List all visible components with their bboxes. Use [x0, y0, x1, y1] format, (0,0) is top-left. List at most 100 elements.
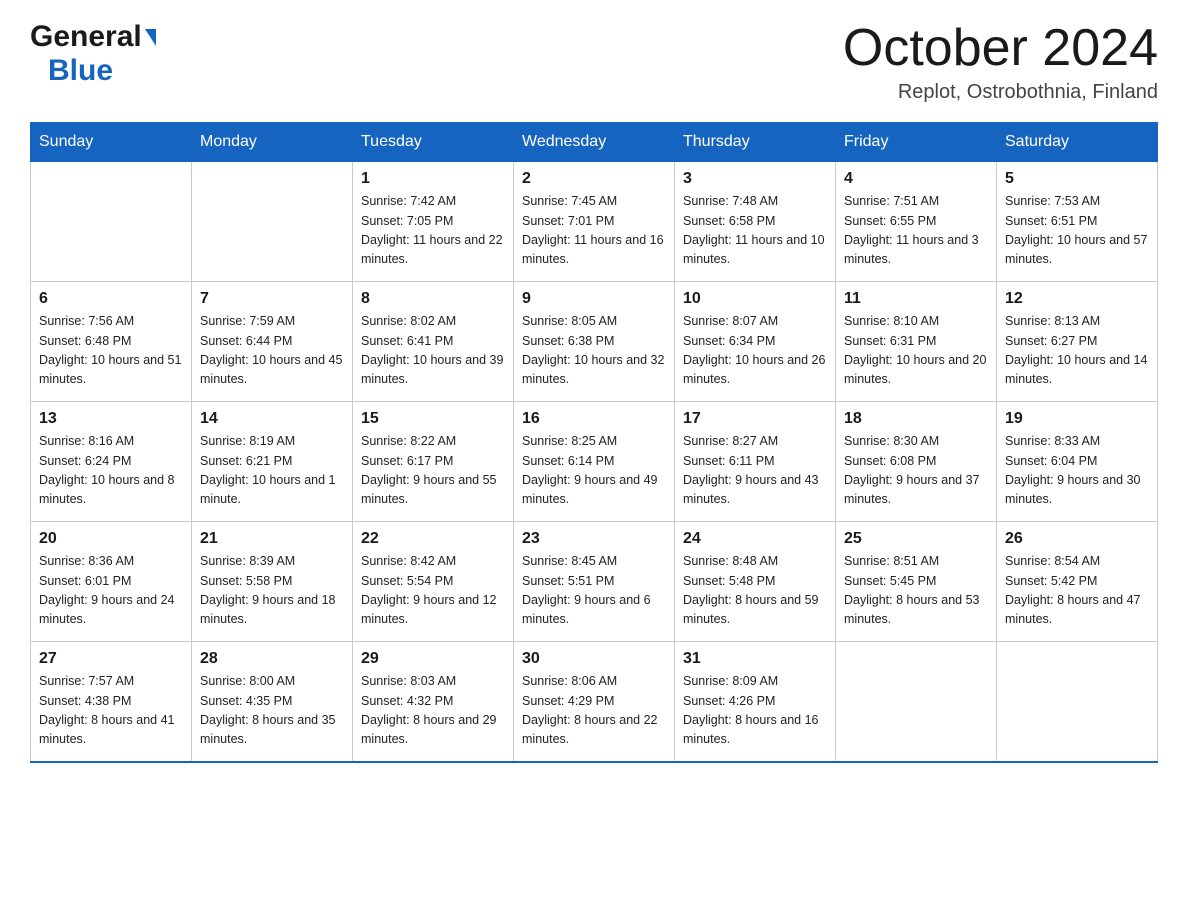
- day-number: 23: [522, 530, 666, 548]
- day-number: 30: [522, 650, 666, 668]
- day-number: 19: [1005, 410, 1149, 428]
- day-info: Sunrise: 8:54 AMSunset: 5:42 PMDaylight:…: [1005, 552, 1149, 630]
- day-info: Sunrise: 8:36 AMSunset: 6:01 PMDaylight:…: [39, 552, 183, 630]
- day-number: 1: [361, 170, 505, 188]
- calendar-table: SundayMondayTuesdayWednesdayThursdayFrid…: [30, 122, 1158, 763]
- calendar-cell: 3 Sunrise: 7:48 AMSunset: 6:58 PMDaylight…: [675, 162, 836, 282]
- day-info: Sunrise: 8:03 AMSunset: 4:32 PMDaylight:…: [361, 672, 505, 750]
- day-info: Sunrise: 8:07 AMSunset: 6:34 PMDaylight:…: [683, 312, 827, 390]
- day-info: Sunrise: 8:09 AMSunset: 4:26 PMDaylight:…: [683, 672, 827, 750]
- column-header-sunday: Sunday: [31, 123, 192, 162]
- column-header-wednesday: Wednesday: [514, 123, 675, 162]
- calendar-cell: [997, 642, 1158, 762]
- day-number: 4: [844, 170, 988, 188]
- column-header-friday: Friday: [836, 123, 997, 162]
- day-info: Sunrise: 8:10 AMSunset: 6:31 PMDaylight:…: [844, 312, 988, 390]
- day-info: Sunrise: 8:02 AMSunset: 6:41 PMDaylight:…: [361, 312, 505, 390]
- day-number: 20: [39, 530, 183, 548]
- day-number: 3: [683, 170, 827, 188]
- calendar-cell: 25 Sunrise: 8:51 AMSunset: 5:45 PMDayligh…: [836, 522, 997, 642]
- day-number: 31: [683, 650, 827, 668]
- day-number: 21: [200, 530, 344, 548]
- day-info: Sunrise: 7:59 AMSunset: 6:44 PMDaylight:…: [200, 312, 344, 390]
- calendar-cell: 18Sunrise: 8:30 AMSunset: 6:08 PMDayligh…: [836, 402, 997, 522]
- calendar-body: 1Sunrise: 7:42 AMSunset: 7:05 PMDaylight…: [31, 162, 1158, 762]
- location-text: Replot, Ostrobothnia, Finland: [843, 81, 1158, 104]
- calendar-cell: 31 Sunrise: 8:09 AMSunset: 4:26 PMDayligh…: [675, 642, 836, 762]
- calendar-cell: 5Sunrise: 7:53 AMSunset: 6:51 PMDaylight…: [997, 162, 1158, 282]
- day-info: Sunrise: 8:33 AMSunset: 6:04 PMDaylight:…: [1005, 432, 1149, 510]
- day-number: 29: [361, 650, 505, 668]
- day-info: Sunrise: 8:22 AMSunset: 6:17 PMDaylight:…: [361, 432, 505, 510]
- header-row: SundayMondayTuesdayWednesdayThursdayFrid…: [31, 123, 1158, 162]
- calendar-cell: 30Sunrise: 8:06 AMSunset: 4:29 PMDayligh…: [514, 642, 675, 762]
- day-info: Sunrise: 8:51 AMSunset: 5:45 PMDaylight:…: [844, 552, 988, 630]
- calendar-cell: 28 Sunrise: 8:00 AMSunset: 4:35 PMDayligh…: [192, 642, 353, 762]
- day-number: 11: [844, 290, 988, 308]
- day-info: Sunrise: 7:56 AMSunset: 6:48 PMDaylight:…: [39, 312, 183, 390]
- calendar-cell: [31, 162, 192, 282]
- day-info: Sunrise: 8:30 AMSunset: 6:08 PMDaylight:…: [844, 432, 988, 510]
- day-number: 10: [683, 290, 827, 308]
- calendar-cell: 4Sunrise: 7:51 AMSunset: 6:55 PMDaylight…: [836, 162, 997, 282]
- week-row-5: 27Sunrise: 7:57 AMSunset: 4:38 PMDayligh…: [31, 642, 1158, 762]
- column-header-thursday: Thursday: [675, 123, 836, 162]
- calendar-cell: 27Sunrise: 7:57 AMSunset: 4:38 PMDayligh…: [31, 642, 192, 762]
- day-number: 28: [200, 650, 344, 668]
- day-info: Sunrise: 8:27 AMSunset: 6:11 PMDaylight:…: [683, 432, 827, 510]
- calendar-cell: 1Sunrise: 7:42 AMSunset: 7:05 PMDaylight…: [353, 162, 514, 282]
- day-number: 8: [361, 290, 505, 308]
- day-number: 25: [844, 530, 988, 548]
- day-number: 24: [683, 530, 827, 548]
- day-number: 5: [1005, 170, 1149, 188]
- calendar-cell: 7Sunrise: 7:59 AMSunset: 6:44 PMDaylight…: [192, 282, 353, 402]
- day-number: 13: [39, 410, 183, 428]
- calendar-cell: 15 Sunrise: 8:22 AMSunset: 6:17 PMDayligh…: [353, 402, 514, 522]
- day-info: Sunrise: 7:48 AMSunset: 6:58 PMDaylight:…: [683, 192, 827, 270]
- calendar-cell: [192, 162, 353, 282]
- day-info: Sunrise: 8:05 AMSunset: 6:38 PMDaylight:…: [522, 312, 666, 390]
- column-header-monday: Monday: [192, 123, 353, 162]
- day-info: Sunrise: 8:42 AMSunset: 5:54 PMDaylight:…: [361, 552, 505, 630]
- calendar-cell: 10 Sunrise: 8:07 AMSunset: 6:34 PMDayligh…: [675, 282, 836, 402]
- day-number: 2: [522, 170, 666, 188]
- calendar-cell: 22 Sunrise: 8:42 AMSunset: 5:54 PMDayligh…: [353, 522, 514, 642]
- week-row-3: 13Sunrise: 8:16 AMSunset: 6:24 PMDayligh…: [31, 402, 1158, 522]
- day-number: 14: [200, 410, 344, 428]
- day-info: Sunrise: 8:19 AMSunset: 6:21 PMDaylight:…: [200, 432, 344, 510]
- calendar-cell: 29 Sunrise: 8:03 AMSunset: 4:32 PMDayligh…: [353, 642, 514, 762]
- logo-general-text: General: [30, 20, 142, 54]
- logo-blue-text: Blue: [48, 54, 113, 88]
- month-title: October 2024: [843, 20, 1158, 77]
- week-row-4: 20 Sunrise: 8:36 AMSunset: 6:01 PMDayligh…: [31, 522, 1158, 642]
- calendar-cell: 9 Sunrise: 8:05 AMSunset: 6:38 PMDaylight…: [514, 282, 675, 402]
- day-number: 15: [361, 410, 505, 428]
- logo: General Blue: [30, 20, 156, 88]
- calendar-cell: 20 Sunrise: 8:36 AMSunset: 6:01 PMDayligh…: [31, 522, 192, 642]
- calendar-cell: 14 Sunrise: 8:19 AMSunset: 6:21 PMDayligh…: [192, 402, 353, 522]
- day-info: Sunrise: 7:45 AMSunset: 7:01 PMDaylight:…: [522, 192, 666, 270]
- day-number: 6: [39, 290, 183, 308]
- calendar-cell: 6 Sunrise: 7:56 AMSunset: 6:48 PMDaylight…: [31, 282, 192, 402]
- calendar-cell: 11 Sunrise: 8:10 AMSunset: 6:31 PMDayligh…: [836, 282, 997, 402]
- column-header-saturday: Saturday: [997, 123, 1158, 162]
- day-info: Sunrise: 8:13 AMSunset: 6:27 PMDaylight:…: [1005, 312, 1149, 390]
- day-info: Sunrise: 8:39 AMSunset: 5:58 PMDaylight:…: [200, 552, 344, 630]
- day-number: 12: [1005, 290, 1149, 308]
- calendar-cell: [836, 642, 997, 762]
- day-number: 17: [683, 410, 827, 428]
- calendar-cell: 12 Sunrise: 8:13 AMSunset: 6:27 PMDayligh…: [997, 282, 1158, 402]
- week-row-1: 1Sunrise: 7:42 AMSunset: 7:05 PMDaylight…: [31, 162, 1158, 282]
- calendar-cell: 24 Sunrise: 8:48 AMSunset: 5:48 PMDayligh…: [675, 522, 836, 642]
- calendar-cell: 16Sunrise: 8:25 AMSunset: 6:14 PMDayligh…: [514, 402, 675, 522]
- day-info: Sunrise: 8:45 AMSunset: 5:51 PMDaylight:…: [522, 552, 666, 630]
- calendar-cell: 21 Sunrise: 8:39 AMSunset: 5:58 PMDayligh…: [192, 522, 353, 642]
- day-number: 9: [522, 290, 666, 308]
- calendar-cell: 19 Sunrise: 8:33 AMSunset: 6:04 PMDayligh…: [997, 402, 1158, 522]
- day-info: Sunrise: 8:48 AMSunset: 5:48 PMDaylight:…: [683, 552, 827, 630]
- calendar-cell: 2 Sunrise: 7:45 AMSunset: 7:01 PMDaylight…: [514, 162, 675, 282]
- day-info: Sunrise: 8:00 AMSunset: 4:35 PMDaylight:…: [200, 672, 344, 750]
- calendar-cell: 13Sunrise: 8:16 AMSunset: 6:24 PMDayligh…: [31, 402, 192, 522]
- day-number: 22: [361, 530, 505, 548]
- calendar-cell: 17 Sunrise: 8:27 AMSunset: 6:11 PMDayligh…: [675, 402, 836, 522]
